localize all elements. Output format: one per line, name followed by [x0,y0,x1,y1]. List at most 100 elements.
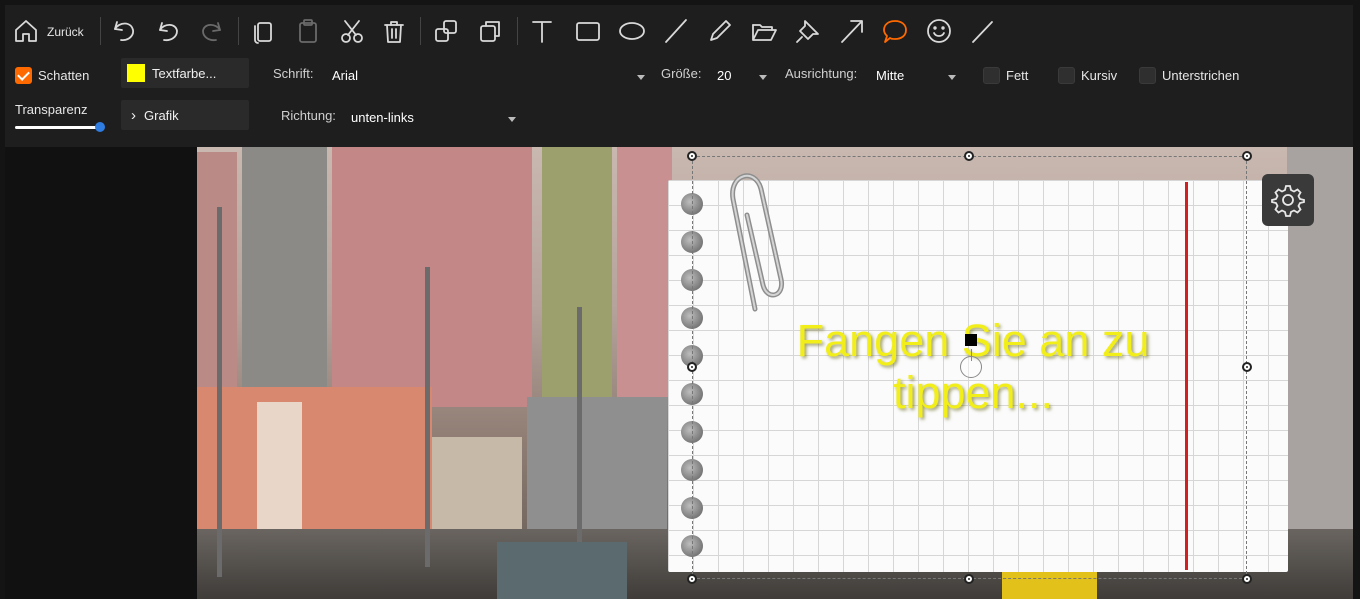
resize-handle-top-left[interactable] [687,151,697,161]
bold-label: Fett [1006,68,1029,83]
layer-forward-icon [435,20,457,42]
resize-handle-top-right[interactable] [1242,151,1252,161]
divider [420,17,421,45]
paste-button[interactable] [291,13,325,49]
undo-all-icon [114,21,134,42]
divider [517,17,518,45]
line-thin-icon [972,21,993,43]
underline-label: Unterstrichen [1162,68,1240,83]
open-file-button[interactable] [747,13,781,49]
folder-open-icon [752,24,777,41]
arrow-icon [841,20,863,43]
rectangle-tool[interactable] [571,13,605,49]
undo-all-button[interactable] [107,13,141,49]
align-label: Ausrichtung: [785,66,858,81]
paste-icon [299,19,317,43]
settings-button[interactable] [1262,174,1314,226]
size-label: Größe: [661,66,702,81]
pin-icon [796,20,819,43]
chevron-down-icon [637,75,645,80]
spiral-ring [681,269,703,291]
emoji-tool[interactable] [922,13,956,49]
text-icon [532,21,552,43]
italic-checkbox[interactable] [1058,67,1075,84]
home-button[interactable] [9,13,43,49]
redo-icon [202,22,221,42]
divider [100,17,101,45]
bold-checkbox[interactable] [983,67,1000,84]
ellipse-tool[interactable] [615,13,649,49]
text-color-swatch [127,64,145,82]
spiral-ring [681,193,703,215]
chevron-right-icon: › [131,106,136,124]
arrow-tool[interactable] [835,13,869,49]
trash-icon [384,21,404,43]
cut-button[interactable] [335,13,369,49]
resize-handle-bottom[interactable] [964,574,974,584]
underline-checkbox[interactable] [1139,67,1156,84]
graphic-button[interactable]: › Grafik [121,100,249,130]
resize-handle-bottom-left[interactable] [687,574,697,584]
font-label: Schrift: [273,66,314,81]
spiral-ring [681,421,703,443]
home-icon [15,20,37,42]
spiral-ring [681,307,703,329]
text-color-button[interactable]: Textfarbe... [121,58,249,88]
size-select[interactable]: 20 [717,68,765,83]
spiral-ring [681,497,703,519]
undo-icon [159,22,178,42]
speech-bubble-icon [883,20,907,43]
direction-select[interactable]: unten-links [351,110,521,125]
shadow-checkbox[interactable] [15,67,32,84]
resize-handle-top[interactable] [964,151,974,161]
line-tool[interactable] [659,13,693,49]
editor-canvas[interactable]: Fangen Sie an zu tippen... [5,147,1353,599]
spiral-ring [681,535,703,557]
back-button-label[interactable]: Zurück [47,25,84,39]
chevron-down-icon [948,75,956,80]
transparency-slider[interactable] [15,122,105,132]
line-icon [665,19,687,43]
direction-label: Richtung: [281,108,336,123]
resize-handle-bottom-right[interactable] [1242,574,1252,584]
layer-backward-icon [480,21,500,42]
delete-button[interactable] [377,13,411,49]
spiral-ring [681,231,703,253]
speech-bubble-tool[interactable] [878,13,912,49]
toolbar: Zurück Schatten Textfarbe... Schrift: Ar… [5,5,1353,147]
italic-label: Kursiv [1081,68,1118,83]
chevron-down-icon [508,117,516,122]
rectangle-icon [576,22,600,41]
text-tool[interactable] [525,13,559,49]
graphic-label: Grafik [144,107,179,123]
tool-row: Zurück [5,5,1353,57]
resize-handle-right[interactable] [1242,362,1252,372]
line-thin-tool[interactable] [966,13,1000,49]
pencil-icon [710,20,731,41]
chevron-down-icon [759,75,767,80]
transparency-slider-knob[interactable] [95,122,105,132]
spiral-ring [681,383,703,405]
align-select[interactable]: Mitte [876,68,956,83]
scissors-icon [341,20,363,43]
send-backward-button[interactable] [473,13,507,49]
ellipse-icon [619,22,645,40]
gear-icon [1271,185,1305,217]
copy-icon [254,22,272,44]
smiley-icon [927,19,951,43]
redo-button[interactable] [195,13,229,49]
shadow-label: Schatten [38,68,90,83]
resize-handle-left[interactable] [687,362,697,372]
copy-button[interactable] [247,13,281,49]
undo-button[interactable] [151,13,185,49]
bring-forward-button[interactable] [429,13,463,49]
spiral-ring [681,459,703,481]
pencil-tool[interactable] [703,13,737,49]
move-handle[interactable] [965,334,977,346]
font-select[interactable]: Arial [332,68,648,88]
pin-tool[interactable] [791,13,825,49]
rotate-handle[interactable] [960,349,982,378]
transparency-label: Transparenz [15,102,88,117]
divider [238,17,239,45]
text-color-label: Textfarbe... [152,65,217,81]
